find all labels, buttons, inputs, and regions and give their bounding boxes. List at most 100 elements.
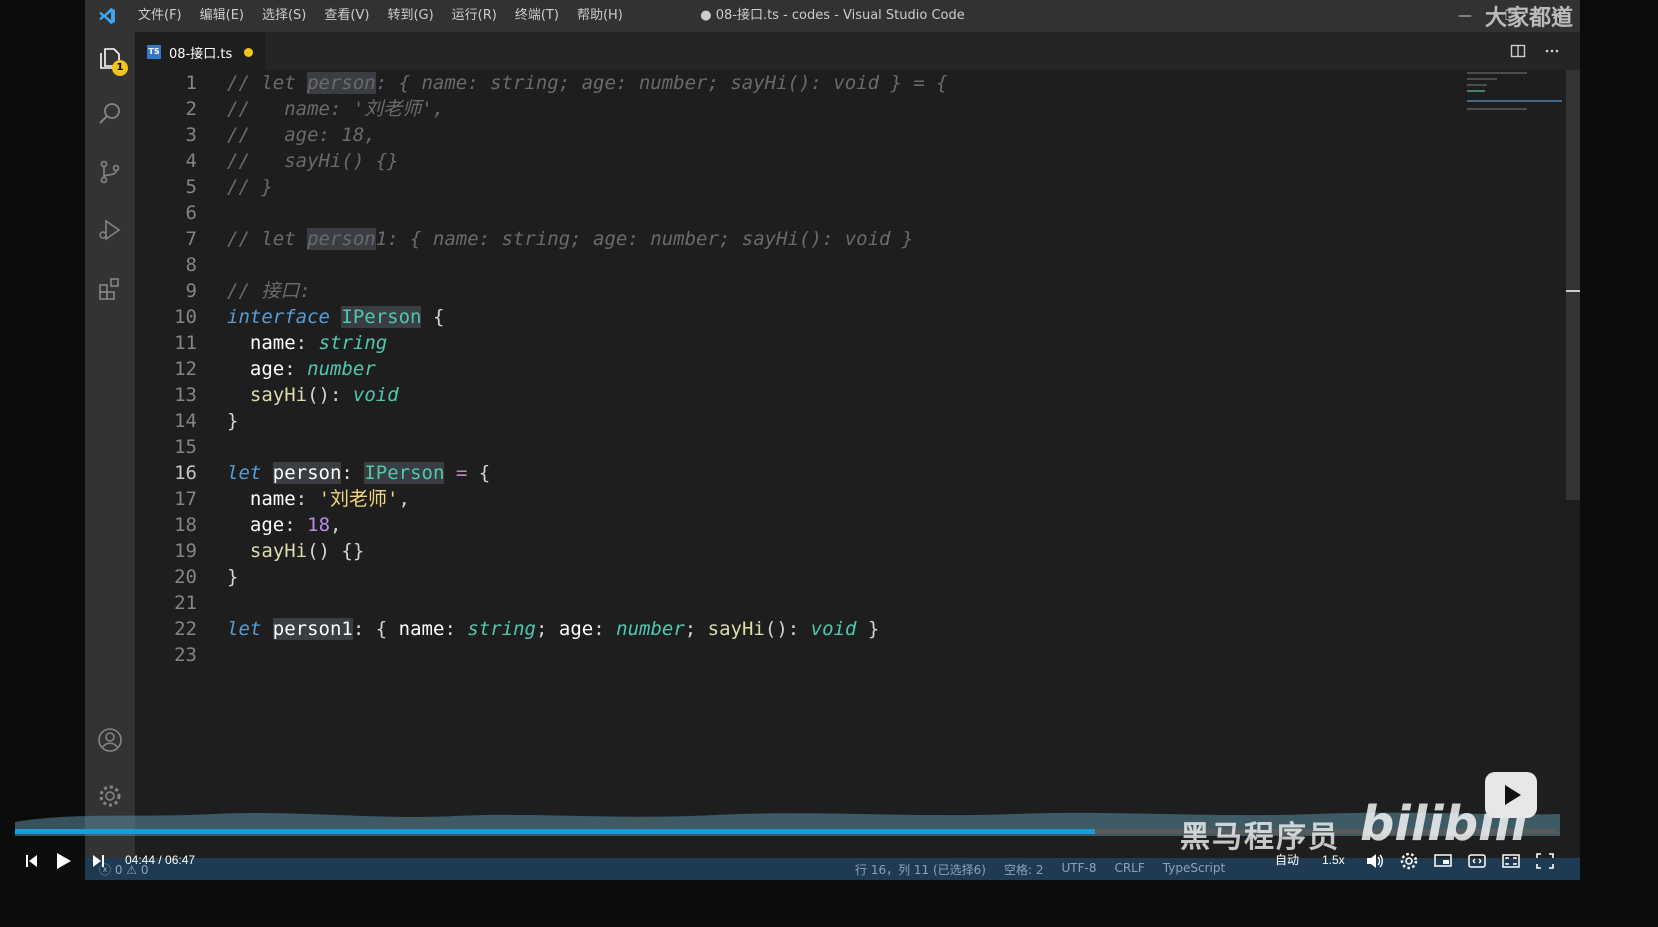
menu-edit[interactable]: 编辑(E)	[191, 0, 253, 32]
menu-bar: 文件(F) 编辑(E) 选择(S) 查看(V) 转到(G) 运行(R) 终端(T…	[129, 0, 632, 32]
unsaved-dot-icon[interactable]	[244, 47, 254, 57]
time-display: 04:44 / 06:47	[125, 853, 196, 867]
line-number: 2	[185, 98, 197, 120]
line-number-current: 16	[174, 462, 197, 484]
vertical-scrollbar[interactable]	[1566, 70, 1580, 500]
menu-view[interactable]: 查看(V)	[315, 0, 378, 32]
line-number: 10	[174, 306, 197, 328]
menu-run[interactable]: 运行(R)	[443, 0, 506, 32]
vscode-window: 文件(F) 编辑(E) 选择(S) 查看(V) 转到(G) 运行(R) 终端(T…	[85, 0, 1580, 880]
line-number: 7	[185, 228, 197, 250]
search-icon	[99, 103, 120, 124]
source-control-button[interactable]	[85, 148, 135, 196]
volume-button[interactable]	[1366, 842, 1384, 878]
gear-icon	[1400, 852, 1418, 870]
next-icon	[93, 854, 104, 867]
account-icon	[98, 728, 122, 752]
fullscreen-icon	[1536, 853, 1554, 869]
time-current: 04:44	[125, 853, 156, 867]
line-number: 11	[174, 332, 197, 354]
selected-person: person	[272, 462, 342, 484]
line-number: 5	[185, 176, 197, 198]
next-button[interactable]	[92, 842, 106, 878]
code-line-17: name: '刘老师',	[249, 488, 410, 510]
code-line-4: // sayHi() {}	[227, 150, 399, 172]
highlight-person: person	[307, 228, 376, 250]
line-number: 8	[185, 254, 197, 276]
player-controls: 04:44 / 06:47 自动 1.5x	[0, 842, 1658, 878]
title-bar: 文件(F) 编辑(E) 选择(S) 查看(V) 转到(G) 运行(R) 终端(T…	[85, 0, 1580, 32]
code-line-12: age: number	[249, 358, 376, 380]
line-number: 20	[174, 566, 197, 588]
minimize-button[interactable]: —	[1442, 0, 1488, 32]
account-button[interactable]	[85, 716, 135, 764]
code-line-5: // }	[227, 176, 273, 198]
tab-label: 08-接口.ts	[169, 46, 233, 62]
line-number: 21	[174, 592, 197, 614]
pip-button[interactable]	[1434, 842, 1452, 878]
volume-icon	[1367, 853, 1383, 868]
fullscreen-button[interactable]	[1536, 842, 1554, 878]
code-line-10: interface IPerson {	[227, 306, 445, 328]
search-button[interactable]	[85, 90, 135, 138]
menu-selection[interactable]: 选择(S)	[253, 0, 315, 32]
play-button[interactable]	[56, 842, 72, 878]
line-number: 12	[174, 358, 197, 380]
widescreen-button[interactable]	[1468, 842, 1486, 878]
highlight-person: person	[307, 72, 376, 94]
previous-icon	[26, 854, 37, 867]
activity-bar: 1	[85, 32, 135, 880]
play-icon	[57, 852, 71, 869]
code-line-19: sayHi() {}	[249, 540, 365, 562]
time-total: 06:47	[165, 853, 196, 867]
extensions-icon	[99, 278, 119, 300]
run-debug-icon	[99, 219, 121, 241]
tab-bar: TS 08-接口.ts	[135, 32, 1580, 71]
video-progress-fill	[15, 829, 1096, 834]
extensions-button[interactable]	[85, 264, 135, 312]
widescreen-icon	[1468, 854, 1486, 868]
settings-button[interactable]	[1400, 842, 1418, 878]
code-line-13: sayHi(): void	[249, 384, 399, 406]
run-debug-button[interactable]	[85, 206, 135, 254]
line-number: 9	[185, 280, 197, 302]
typescript-file-icon: TS	[147, 45, 161, 59]
line-number: 15	[174, 436, 197, 458]
code-line-22: let person1: { name: string; age: number…	[227, 618, 880, 640]
more-actions-icon[interactable]	[1544, 43, 1560, 59]
menu-help[interactable]: 帮助(H)	[568, 0, 632, 32]
code-line-14: }	[227, 410, 239, 432]
speed-button[interactable]: 1.5x	[1322, 842, 1345, 878]
menu-file[interactable]: 文件(F)	[129, 0, 191, 32]
code-line-3: // age: 18,	[227, 124, 376, 146]
line-number: 14	[174, 410, 197, 432]
code-line-7: // let person1: { name: string; age: num…	[227, 228, 914, 250]
line-number: 6	[185, 202, 197, 224]
picture-in-picture-icon	[1434, 854, 1452, 867]
explorer-badge: 1	[112, 60, 128, 76]
quality-button[interactable]: 自动	[1275, 842, 1299, 878]
code-line-18: age: 18,	[249, 514, 342, 536]
menu-go[interactable]: 转到(G)	[378, 0, 442, 32]
code-line-20: }	[227, 566, 239, 588]
webfullscreen-button[interactable]	[1502, 842, 1520, 878]
code-line-11: name: string	[249, 332, 388, 354]
menu-terminal[interactable]: 终端(T)	[506, 0, 568, 32]
line-number: 22	[174, 618, 197, 640]
line-number: 13	[174, 384, 197, 406]
code-line-16: let person: IPerson = {	[227, 462, 491, 484]
tab-08-interface-ts[interactable]: TS 08-接口.ts	[135, 32, 265, 71]
split-editor-icon[interactable]	[1510, 43, 1526, 59]
previous-button[interactable]	[24, 842, 38, 878]
code-editor[interactable]: 1 2 3 4 5 6 7 8 9 10 11 12 13 14 15 16 1…	[135, 70, 1580, 840]
explorer-button[interactable]: 1	[85, 34, 135, 82]
line-number: 4	[185, 150, 197, 172]
vscode-logo-icon	[97, 6, 117, 26]
line-number: 1	[185, 72, 197, 94]
line-number: 18	[174, 514, 197, 536]
bilibili-tv-play-icon	[1485, 772, 1537, 818]
code-line-1: // let person: { name: string; age: numb…	[227, 72, 948, 94]
minimap[interactable]	[1467, 70, 1562, 130]
line-number: 3	[185, 124, 197, 146]
code-line-9: // 接口:	[227, 280, 311, 302]
